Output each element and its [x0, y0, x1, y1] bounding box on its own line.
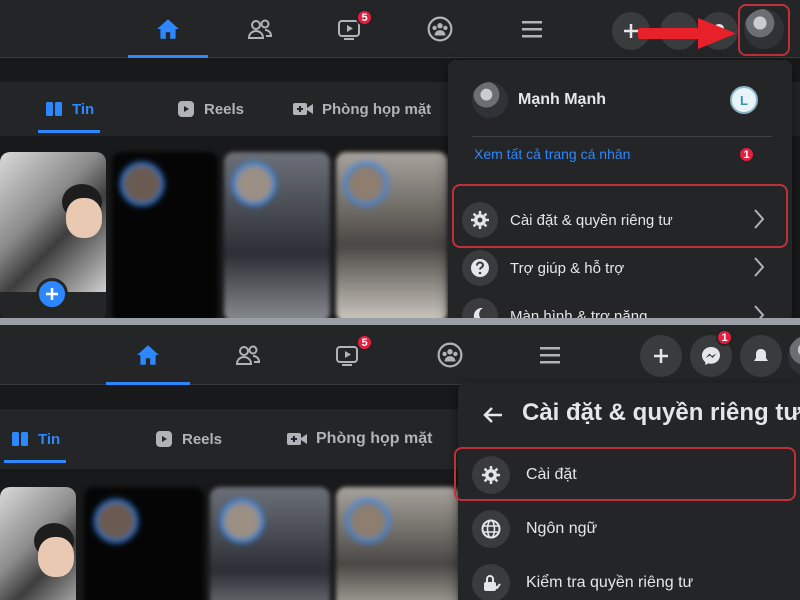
chevron-right-icon — [754, 257, 765, 277]
face-shape — [38, 537, 74, 577]
account-menu: Mạnh Mạnh L Xem tất cả trang cá nhân 1 C… — [448, 60, 792, 320]
menu-icon — [522, 21, 542, 38]
feed-tab-stories[interactable]: Tin — [37, 99, 101, 133]
back-arrow-icon[interactable] — [482, 405, 504, 425]
menu-item-display[interactable]: Màn hình & trợ năng — [462, 294, 782, 320]
menu-item-label: Kiểm tra quyền riêng tư — [526, 574, 694, 591]
story-card[interactable] — [336, 152, 448, 320]
feed-tab-reels[interactable]: Reels — [176, 99, 244, 119]
groups-icon — [427, 16, 453, 42]
see-all-profiles-link[interactable]: Xem tất cả trang cá nhân — [474, 146, 630, 162]
plus-icon — [46, 288, 58, 300]
top-screenshot: 5 Tin Reels Phòng họp mặt Mạnh Mạnh L Xe… — [0, 0, 800, 320]
red-arrow-icon — [638, 18, 736, 49]
top-navbar: 5 — [0, 0, 800, 58]
feed-tab-label: Reels — [182, 430, 223, 448]
story-card[interactable] — [84, 487, 204, 600]
tab-watch[interactable]: 5 — [306, 325, 390, 385]
story-card[interactable] — [336, 487, 460, 600]
tab-friends[interactable] — [220, 0, 300, 58]
avatar-highlight — [738, 4, 790, 56]
story-avatar — [344, 162, 388, 206]
add-story-button[interactable] — [36, 278, 68, 310]
tab-watch[interactable]: 5 — [310, 0, 390, 58]
feed-tab-rooms[interactable]: Phòng họp mặt — [292, 99, 431, 119]
feed-tab-label: Phòng họp mặt — [322, 100, 432, 118]
video-camera-icon — [293, 103, 313, 115]
profile-row[interactable]: Mạnh Mạnh — [472, 78, 772, 122]
tab-menu[interactable] — [492, 0, 572, 58]
tab-home[interactable] — [106, 325, 190, 385]
bell-icon — [754, 349, 768, 361]
menu-item-language[interactable]: Ngôn ngữ — [472, 507, 792, 551]
profile-name: Mạnh Mạnh — [518, 91, 606, 108]
feed-tab-rooms[interactable]: Phòng họp mặt — [286, 429, 432, 449]
menu-title: Cài đặt & quyền riêng tư — [522, 399, 800, 426]
help-icon — [462, 250, 498, 286]
tab-groups[interactable] — [408, 325, 492, 385]
account-letter: L — [740, 92, 748, 108]
stories-area — [0, 469, 460, 600]
story-avatar — [220, 499, 264, 543]
lock-icon — [472, 564, 510, 600]
feed-tab-stories[interactable]: Tin — [3, 429, 67, 463]
reels-icon — [156, 431, 172, 447]
plus-icon — [654, 349, 668, 363]
feed-tab-label: Reels — [204, 100, 245, 118]
video-badge: 5 — [356, 334, 373, 351]
create-story-card[interactable] — [0, 152, 106, 320]
moon-icon — [462, 298, 498, 320]
menu-item-label: Trợ giúp & hỗ trợ — [510, 259, 625, 277]
menu-icon — [540, 347, 560, 364]
globe-icon — [472, 510, 510, 548]
book-icon — [46, 102, 62, 116]
profile-avatar-button[interactable] — [788, 335, 800, 377]
story-card[interactable] — [112, 152, 218, 320]
story-avatar — [346, 499, 390, 543]
divider — [472, 136, 772, 137]
home-icon — [137, 345, 159, 365]
tab-menu[interactable] — [508, 325, 592, 385]
video-badge: 5 — [356, 9, 373, 26]
create-button[interactable] — [640, 335, 682, 377]
create-story-card[interactable] — [0, 487, 76, 600]
menu-item-label: Ngôn ngữ — [526, 520, 598, 537]
settings-highlight — [454, 447, 796, 501]
video-camera-icon — [287, 433, 307, 445]
settings-privacy-menu: Cài đặt & quyền riêng tư Cài đặt Ngôn ng… — [454, 383, 800, 600]
messenger-button[interactable]: 1 — [690, 329, 733, 377]
story-card[interactable] — [210, 487, 330, 600]
messenger-icon — [702, 347, 720, 365]
reels-icon — [178, 101, 194, 117]
feed-tab-label: Phòng họp mặt — [316, 430, 433, 447]
story-avatar — [94, 499, 138, 543]
feed-tab-reels[interactable]: Reels — [154, 429, 222, 449]
feed-tab-label: Tin — [38, 430, 61, 448]
face-shape — [66, 198, 102, 238]
settings-highlight — [452, 184, 788, 248]
tab-friends[interactable] — [206, 325, 290, 385]
profile-avatar — [472, 82, 508, 118]
groups-icon — [437, 342, 463, 368]
tab-home[interactable] — [128, 0, 208, 58]
bottom-screenshot: 5 1 Tin Reels Phòng họp mặt Cài đặt & qu… — [0, 325, 800, 600]
feed-tab-label: Tin — [72, 100, 95, 118]
friends-icon — [235, 345, 261, 365]
account-switch-icon[interactable]: L — [730, 86, 758, 114]
tab-groups[interactable] — [400, 0, 480, 58]
friends-icon — [247, 19, 273, 39]
menu-item-help[interactable]: Trợ giúp & hỗ trợ — [462, 246, 782, 290]
story-avatar — [120, 162, 164, 206]
see-all-badge: 1 — [738, 146, 755, 163]
stories-area — [0, 136, 450, 320]
book-icon — [12, 432, 28, 446]
home-icon — [157, 19, 179, 39]
story-card[interactable] — [224, 152, 330, 320]
notifications-button[interactable] — [740, 335, 782, 377]
story-avatar — [232, 162, 276, 206]
menu-item-privacy-checkup[interactable]: Kiểm tra quyền riêng tư — [472, 561, 792, 600]
bottom-navbar: 5 1 — [0, 325, 800, 385]
messenger-badge: 1 — [716, 329, 733, 346]
